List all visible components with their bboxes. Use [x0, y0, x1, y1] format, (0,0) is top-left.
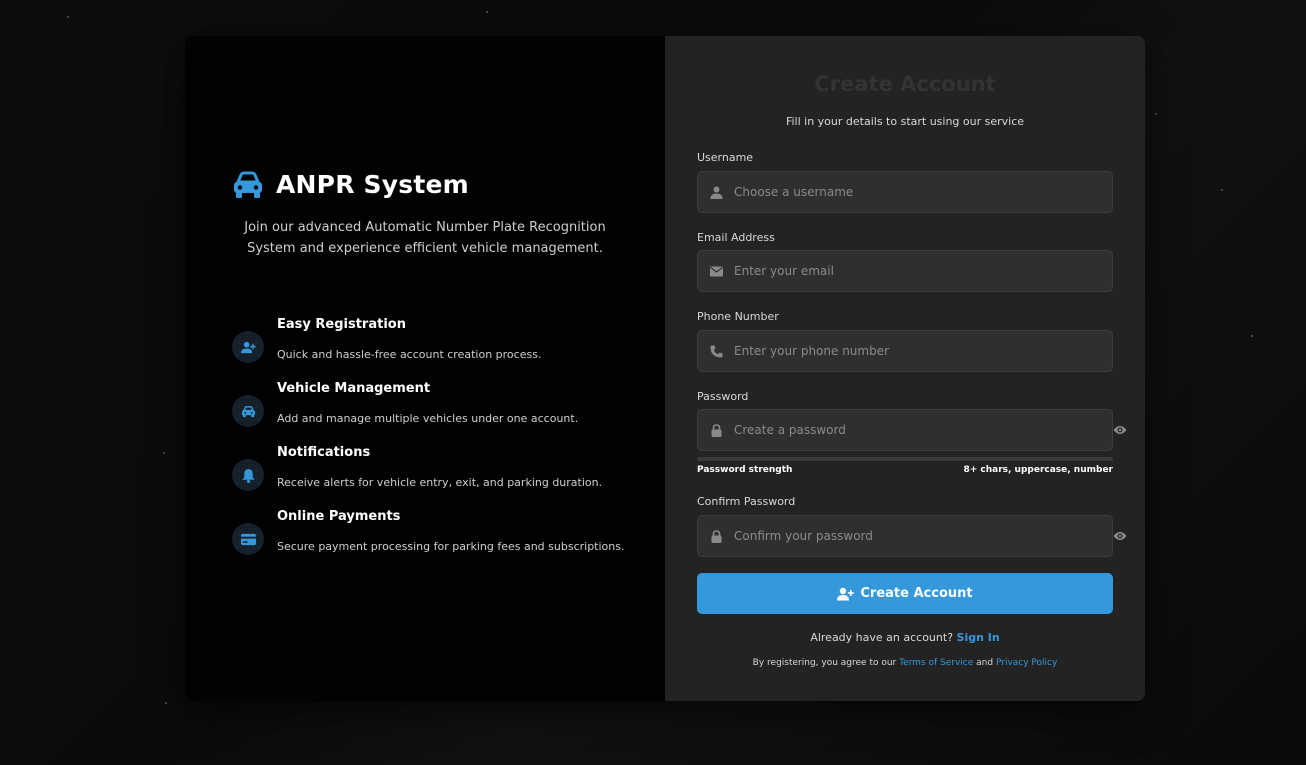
password-strength-hint: 8+ chars, uppercase, number: [963, 465, 1113, 475]
star: [1155, 113, 1157, 115]
user-plus-icon: [837, 587, 855, 600]
brand-title: ANPR System: [276, 170, 469, 199]
lock-icon: [698, 423, 734, 437]
phone-label: Phone Number: [697, 310, 779, 323]
username-field-wrap: [697, 171, 1113, 213]
feature-description: Secure payment processing for parking fe…: [277, 540, 625, 553]
info-panel: ANPR System Join our advanced Automatic …: [185, 36, 665, 701]
brand-tagline: Join our advanced Automatic Number Plate…: [244, 220, 606, 256]
star: [165, 702, 167, 704]
car-icon: [234, 171, 262, 198]
email-input[interactable]: [734, 264, 1112, 278]
signin-prompt-line: Already have an account? Sign In: [665, 631, 1145, 644]
bell-icon: [241, 468, 255, 483]
password-strength-label: Password strength: [697, 465, 793, 475]
star: [163, 452, 165, 454]
feature-description: Quick and hassle-free account creation p…: [277, 348, 542, 361]
username-label: Username: [697, 151, 754, 164]
username-input[interactable]: [734, 185, 1112, 199]
star: [486, 11, 488, 13]
eye-icon[interactable]: [1113, 530, 1127, 542]
confirm-password-field-wrap: [697, 515, 1113, 557]
brand: ANPR System: [232, 170, 469, 199]
user-icon: [698, 186, 734, 199]
star: [1221, 189, 1223, 191]
feature-description: Receive alerts for vehicle entry, exit, …: [277, 476, 603, 489]
eye-icon[interactable]: [1113, 424, 1127, 436]
create-account-button[interactable]: Create Account: [697, 573, 1113, 614]
feature-title: Online Payments: [277, 509, 401, 524]
feature-item: Easy Registration Quick and hassle-free …: [232, 317, 632, 367]
lock-icon: [698, 529, 734, 543]
terms-of-service-link[interactable]: Terms of Service: [899, 658, 973, 668]
create-account-label: Create Account: [860, 586, 973, 601]
signin-link[interactable]: Sign In: [957, 631, 1000, 644]
privacy-policy-link[interactable]: Privacy Policy: [996, 658, 1057, 668]
feature-item: Notifications Receive alerts for vehicle…: [232, 445, 632, 495]
feature-icon-wrap: [232, 523, 264, 555]
terms-prefix: By registering, you agree to our: [752, 658, 897, 668]
car-icon: [241, 405, 255, 417]
password-field-wrap: [697, 409, 1113, 451]
credit-card-icon: [240, 533, 256, 545]
feature-item: Online Payments Secure payment processin…: [232, 509, 632, 559]
star: [1251, 335, 1253, 337]
feature-icon-wrap: [232, 331, 264, 363]
email-label: Email Address: [697, 231, 775, 244]
email-field-wrap: [697, 250, 1113, 292]
terms-line: By registering, you agree to our Terms o…: [665, 658, 1145, 668]
terms-and: and: [976, 658, 994, 668]
star: [67, 16, 69, 18]
register-card: ANPR System Join our advanced Automatic …: [185, 36, 1145, 701]
phone-icon: [698, 345, 734, 358]
password-label: Password: [697, 390, 749, 403]
register-form-panel: Create Account Fill in your details to s…: [665, 36, 1145, 701]
phone-input[interactable]: [734, 344, 1112, 358]
user-plus-icon: [240, 341, 256, 353]
feature-description: Add and manage multiple vehicles under o…: [277, 412, 579, 425]
phone-field-wrap: [697, 330, 1113, 372]
confirm-password-label: Confirm Password: [697, 495, 796, 508]
feature-title: Vehicle Management: [277, 381, 431, 396]
password-strength-bar: [697, 457, 1113, 461]
envelope-icon: [698, 265, 734, 278]
feature-icon-wrap: [232, 395, 264, 427]
feature-icon-wrap: [232, 459, 264, 491]
feature-title: Notifications: [277, 445, 371, 460]
feature-title: Easy Registration: [277, 317, 406, 332]
feature-item: Vehicle Management Add and manage multip…: [232, 381, 632, 431]
signin-prompt: Already have an account?: [810, 631, 954, 644]
confirm-password-input[interactable]: [734, 529, 1112, 543]
form-title: Create Account: [814, 72, 996, 96]
password-input[interactable]: [734, 423, 1112, 437]
form-subtitle: Fill in your details to start using our …: [785, 115, 1025, 128]
